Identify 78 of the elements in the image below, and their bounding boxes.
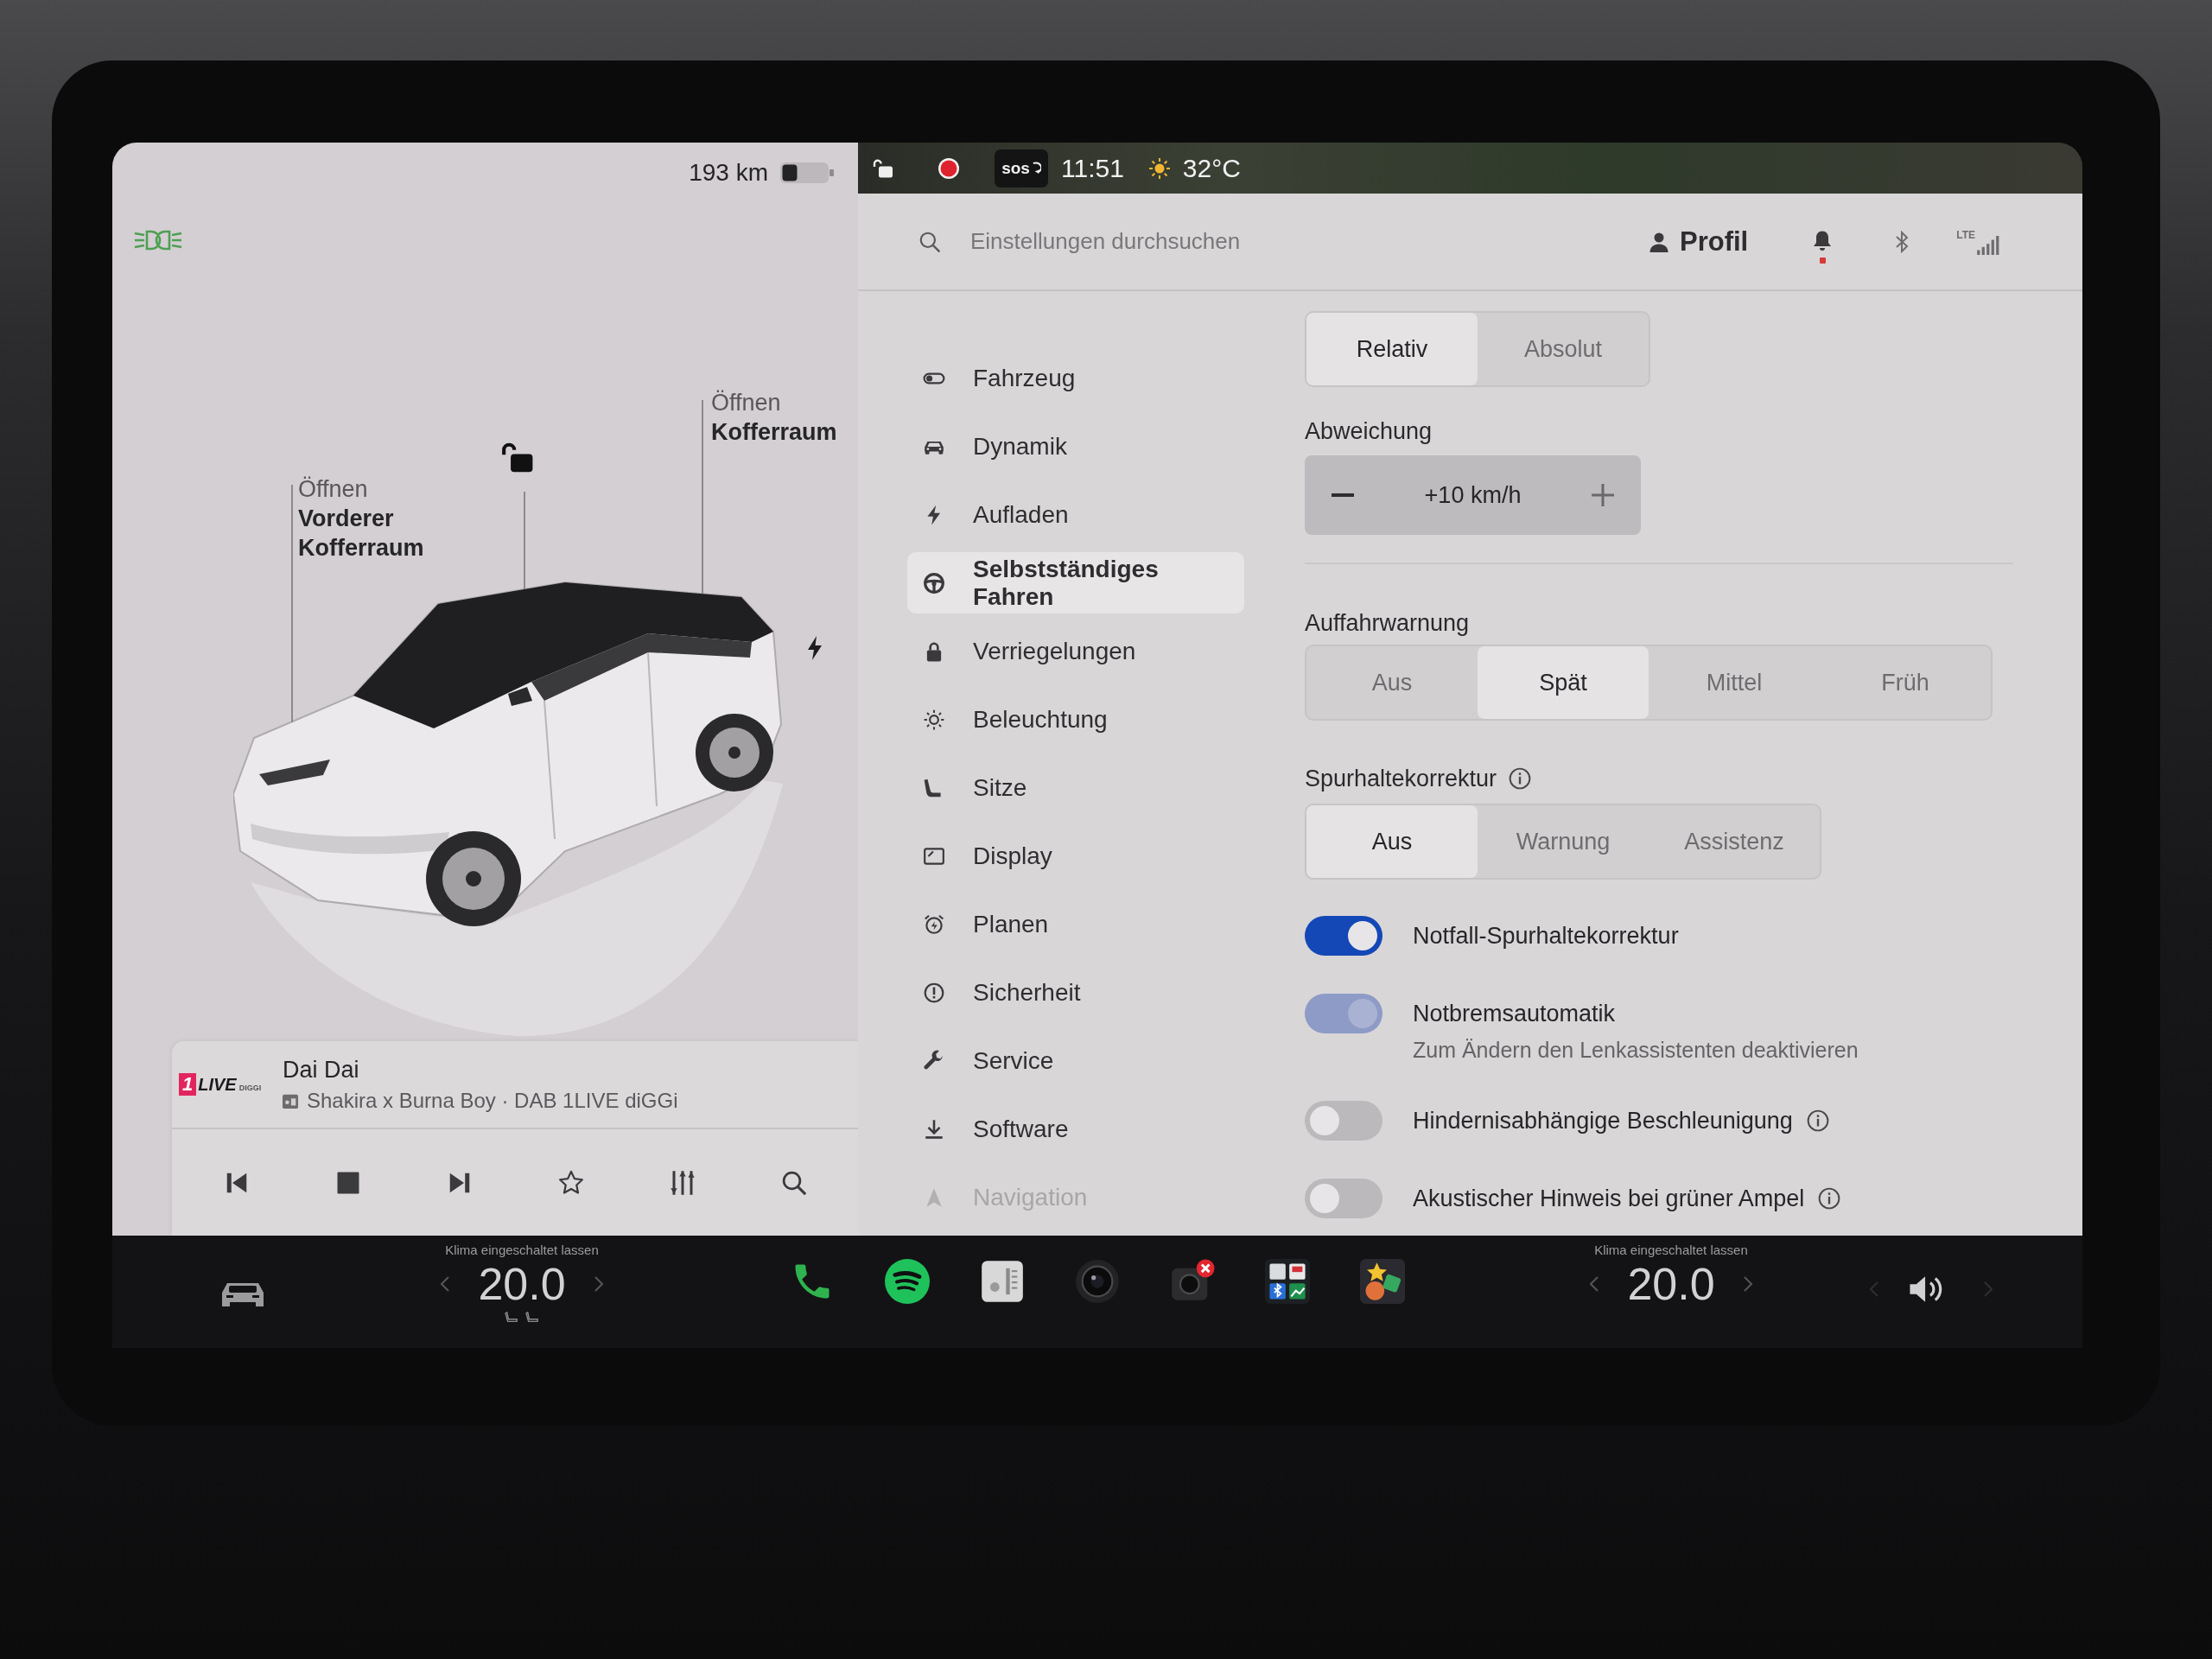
chevron-right-icon[interactable]	[1744, 1276, 1752, 1292]
seat-heater-icon[interactable]	[505, 1312, 518, 1324]
sun-icon	[1147, 156, 1171, 180]
setting-label: Akustischer Hinweis bei grüner Ampel	[1413, 1185, 1805, 1212]
alert-icon	[923, 981, 945, 1004]
bell-icon[interactable]	[1812, 230, 1834, 252]
sidebar-item[interactable]: Sitze	[907, 757, 1244, 818]
battery-icon	[780, 162, 834, 184]
alarm-clock-icon	[923, 912, 945, 936]
sidebar-item[interactable]: Software	[907, 1098, 1244, 1160]
segment-button[interactable]: Spät	[1478, 646, 1649, 719]
shapes-app-icon[interactable]	[1360, 1259, 1405, 1304]
clock-time: 11:51	[1061, 153, 1124, 183]
chevron-left-icon[interactable]	[441, 1276, 449, 1292]
network-label: LTE	[1956, 228, 1975, 241]
chevron-left-icon[interactable]	[1590, 1276, 1599, 1292]
streaming-app-icon[interactable]	[885, 1259, 930, 1304]
sidebar-item[interactable]: Sicherheit	[907, 962, 1244, 1023]
search-icon	[918, 230, 941, 253]
phone-arc-icon	[1031, 162, 1041, 175]
climate-label: Klima eingeschaltet lassen	[445, 1243, 599, 1258]
segment-button[interactable]: Relativ	[1306, 313, 1478, 385]
light-icon	[923, 708, 945, 731]
sidebar-item[interactable]: Display	[907, 825, 1244, 887]
signal-icon	[1977, 235, 1999, 255]
toggle-switch[interactable]	[1305, 1101, 1382, 1141]
download-icon	[923, 1117, 945, 1141]
setting-label: Notfall-Spurhaltekorrektur	[1413, 922, 1679, 950]
search-field[interactable]: Einstellungen durchsuchen	[970, 222, 1420, 261]
sidebar-item[interactable]: Beleuchtung	[907, 689, 1244, 750]
sidebar-item[interactable]: Service	[907, 1030, 1244, 1091]
setting-label: Hindernisabhängige Beschleunigung	[1413, 1107, 1793, 1135]
sidebar-item[interactable]: Verriegelungen	[907, 620, 1244, 682]
sidebar-item[interactable]: Planen	[907, 893, 1244, 955]
section-label: Abweichung	[1305, 417, 1433, 446]
steering-wheel-icon	[923, 571, 945, 594]
star-icon	[557, 1169, 584, 1196]
temperature-setting[interactable]: 20.0	[478, 1258, 566, 1310]
sidebar-item[interactable]: Selbstständiges Fahren	[907, 552, 1244, 613]
section-label: Spurhaltekorrektur	[1305, 765, 1497, 793]
setting-hint: Zum Ändern den Lenkassistenten deaktivieren	[1413, 1037, 1859, 1064]
record-icon[interactable]	[938, 156, 960, 180]
minus-icon	[1332, 493, 1354, 497]
search-icon	[780, 1169, 807, 1196]
charge-port-bolt-icon[interactable]	[807, 636, 823, 660]
bluetooth-icon[interactable]	[1895, 230, 1910, 253]
toggle-switch[interactable]	[1305, 1179, 1382, 1218]
sos-button[interactable]: sos	[995, 149, 1048, 188]
sidebar-item[interactable]: Fahrzeug	[907, 347, 1244, 409]
plus-icon	[1592, 484, 1614, 506]
toggle-switch[interactable]	[1305, 916, 1382, 956]
unlocked-icon[interactable]	[873, 157, 893, 179]
station-logo: 1 LIVE DIGGI	[179, 1073, 265, 1096]
profile-button[interactable]: Profil	[1649, 226, 1749, 257]
setting-label: Notbremsautomatik	[1413, 1000, 1616, 1027]
app-launcher-icon[interactable]	[1265, 1259, 1310, 1304]
seat-heater-icon[interactable]	[525, 1312, 539, 1324]
segment-button[interactable]: Aus	[1306, 805, 1478, 878]
sidebar-item[interactable]: Aufladen	[907, 484, 1244, 545]
radio-tuner-icon[interactable]	[980, 1259, 1025, 1304]
track-title: Dai Dai	[283, 1056, 360, 1084]
sliders-icon	[669, 1169, 696, 1196]
offset-value: +10 km/h	[1424, 481, 1522, 509]
climate-label: Klima eingeschaltet lassen	[1594, 1243, 1748, 1258]
radio-icon	[283, 1092, 298, 1109]
info-icon[interactable]	[1806, 1109, 1829, 1132]
front-trunk-button[interactable]: Öffnen Vorderer Kofferraum	[298, 474, 424, 563]
chevron-right-icon[interactable]	[594, 1276, 603, 1292]
sidebar-item[interactable]: Dynamik	[907, 416, 1244, 477]
track-subtitle: Shakira x Burna Boy · DAB 1LIVE diGGi	[307, 1088, 678, 1113]
unlocked-icon[interactable]	[501, 442, 534, 473]
section-label: Auffahrwarnung	[1305, 609, 1470, 638]
trunk-button[interactable]: Öffnen Kofferraum	[711, 388, 837, 447]
temperature-setting[interactable]: 20.0	[1627, 1258, 1715, 1310]
info-icon[interactable]	[1509, 767, 1532, 790]
outside-temperature: 32°C	[1182, 153, 1241, 183]
info-icon[interactable]	[1818, 1187, 1841, 1210]
range-label: 193 km	[689, 159, 768, 187]
